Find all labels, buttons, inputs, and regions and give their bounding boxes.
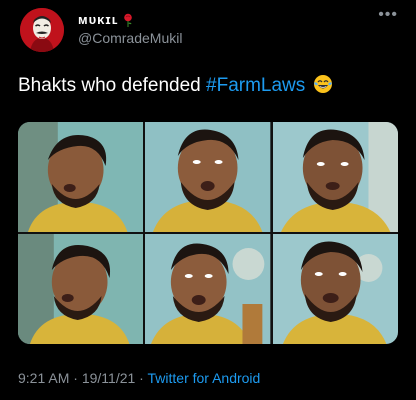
face-with-tears-of-joy-icon [313,75,332,93]
meme-image [272,122,398,232]
meme-image [145,234,271,344]
user-handle[interactable]: @ComradeMukil [78,30,182,46]
hashtag-link[interactable]: #FarmLaws [206,75,305,96]
more-options-icon[interactable]: ••• [378,6,398,24]
tweet-text-body: Bhakts who defended [18,75,207,96]
meme-image [272,234,398,344]
display-name-text: ᴍᴜᴋɪʟ [78,12,119,27]
avatar[interactable] [20,8,64,52]
tweet-source-link[interactable]: Twitter for Android [148,370,261,386]
rose-icon [123,13,132,27]
meme-image [18,234,144,344]
meta-separator: · [135,370,148,386]
tweet: ᴍᴜᴋɪʟ @ComradeMukil ••• Bhakts who defen… [0,0,416,400]
dali-mask-icon [20,8,64,52]
meme-image [145,122,271,232]
tweet-meta: 9:21 AM · 19/11/21 · Twitter for Android [18,370,260,386]
meme-image [18,122,144,232]
display-name[interactable]: ᴍᴜᴋɪʟ [78,12,134,27]
meme-frame[interactable] [18,234,144,344]
meta-separator: · [69,370,82,386]
tweet-time[interactable]: 9:21 AM [18,370,69,386]
media-grid[interactable] [18,122,398,344]
meme-frame[interactable] [272,122,398,232]
tweet-date[interactable]: 19/11/21 [82,370,135,386]
tweet-text: Bhakts who defended #FarmLaws [18,74,333,97]
meme-frame[interactable] [272,234,398,344]
meme-frame[interactable] [145,234,271,344]
meme-frame[interactable] [18,122,144,232]
meme-frame[interactable] [145,122,271,232]
